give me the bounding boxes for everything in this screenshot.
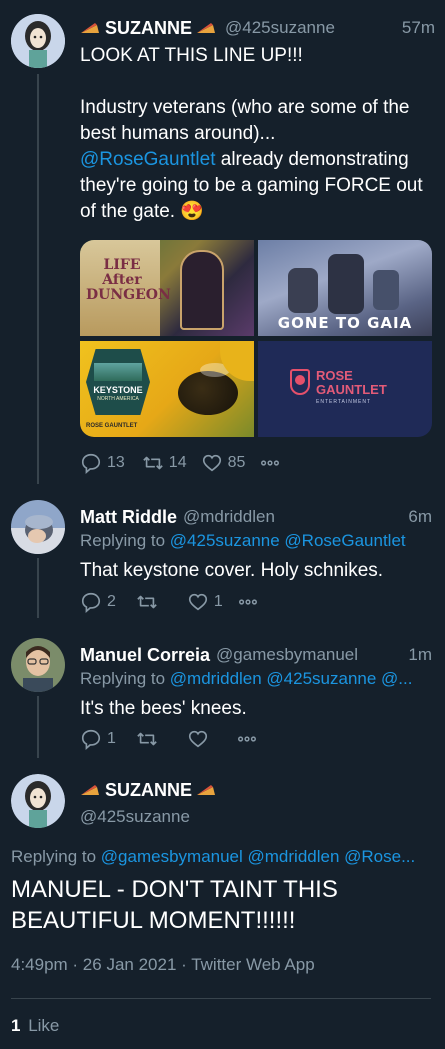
reply-count: 13	[107, 454, 125, 471]
reply-button[interactable]: 1	[80, 728, 116, 750]
media-caption-brand: ROSE GAUNTLET	[86, 423, 138, 429]
tweet-text: That keystone cover. Holy schnikes.	[80, 560, 384, 581]
more-button[interactable]	[237, 591, 259, 613]
tweet-text-line: LOOK AT THIS LINE UP!!!	[80, 45, 303, 66]
avatar[interactable]	[11, 14, 65, 68]
media-caption: LIFE After DUNGEON	[86, 257, 171, 303]
reply-count: 2	[107, 593, 116, 610]
author-handle[interactable]: @mdriddlen	[183, 507, 275, 527]
more-button[interactable]	[236, 728, 258, 750]
retweet-button[interactable]: 14	[142, 452, 187, 474]
retweet-icon	[143, 456, 163, 470]
retweet-icon	[137, 732, 157, 746]
author-name[interactable]: SUZANNE	[105, 18, 192, 39]
author-name[interactable]: Matt Riddle	[80, 507, 177, 528]
replying-to: Replying to @425suzanne @RoseGauntlet	[80, 531, 432, 551]
tweet-header: SUZANNE	[80, 778, 216, 802]
mention-link[interactable]: @RoseGauntlet	[80, 149, 215, 170]
tweet-time[interactable]: 1m	[408, 645, 432, 665]
author-name[interactable]: SUZANNE	[105, 780, 192, 801]
pie-icon	[197, 785, 216, 795]
tweet-actions: 2 1	[80, 591, 380, 613]
media-image[interactable]: LIFE After DUNGEON	[80, 240, 254, 336]
pie-icon	[81, 23, 99, 33]
tweet-time[interactable]: 57m	[402, 18, 435, 38]
author-handle[interactable]: @425suzanne	[225, 18, 335, 38]
logo-subtext: ENTERTAINMENT	[316, 399, 372, 405]
media-grid[interactable]: LIFE After DUNGEON GONE TO GAIA KEYSTONE…	[80, 240, 432, 437]
logo-text: ROSE	[316, 368, 353, 383]
like-button[interactable]: 85	[201, 452, 246, 474]
tweet-text: LOOK AT THIS LINE UP!!! Industry veteran…	[80, 43, 435, 225]
more-icon	[261, 460, 280, 466]
retweet-count: 14	[168, 454, 187, 471]
tweet-text: It's the bees' knees.	[80, 698, 247, 719]
like-count: 85	[227, 454, 246, 471]
replying-label: Replying to	[80, 669, 166, 688]
tweet-header: Manuel Correia @gamesbymanuel 1m	[80, 643, 432, 667]
media-image[interactable]: KEYSTONE NORTH AMERICA ROSE GAUNTLET	[80, 341, 254, 437]
media-image[interactable]: GONE TO GAIA	[258, 240, 432, 336]
avatar[interactable]	[11, 500, 65, 554]
tweet-header: Matt Riddle @mdriddlen 6m	[80, 505, 432, 529]
replying-mentions[interactable]: @mdriddlen @425suzanne @...	[170, 669, 413, 688]
divider	[11, 998, 431, 999]
reply-icon	[81, 453, 101, 474]
more-icon	[237, 736, 256, 742]
tweet-text-segment: Industry veterans (who are some of the b…	[80, 97, 410, 144]
replying-to: Replying to @mdriddlen @425suzanne @...	[80, 669, 432, 689]
reply-icon	[81, 729, 101, 750]
logo-text: GAUNTLET	[316, 382, 387, 397]
tweet-meta[interactable]: 4:49pm · 26 Jan 2021 · Twitter Web App	[11, 955, 315, 975]
like-count: 1	[213, 593, 223, 610]
reply-icon	[81, 592, 101, 613]
media-image[interactable]: ROSE GAUNTLET ENTERTAINMENT	[258, 341, 432, 437]
retweet-button[interactable]	[136, 728, 163, 750]
more-button[interactable]	[259, 452, 281, 474]
like-stat[interactable]: 1 Like	[11, 1016, 59, 1036]
replying-label: Replying to	[11, 847, 97, 866]
author-handle[interactable]: @425suzanne	[80, 807, 190, 827]
reply-button[interactable]: 2	[80, 591, 116, 613]
heart-icon	[202, 454, 221, 472]
reply-count: 1	[107, 730, 116, 747]
replying-mentions[interactable]: @425suzanne @RoseGauntlet	[170, 531, 406, 550]
replying-label: Replying to	[80, 531, 166, 550]
like-button[interactable]	[187, 728, 214, 750]
replying-to: Replying to @gamesbymanuel @mdriddlen @R…	[11, 847, 436, 867]
pie-icon	[197, 23, 216, 33]
like-stat-count: 1	[11, 1016, 21, 1035]
like-button[interactable]: 1	[187, 591, 223, 613]
thread-line	[37, 558, 39, 618]
retweet-icon	[137, 595, 157, 609]
thread-line	[37, 74, 39, 484]
avatar[interactable]	[11, 774, 65, 828]
like-stat-label: Like	[28, 1016, 60, 1035]
retweet-button[interactable]	[136, 591, 163, 613]
media-caption: KEYSTONE	[93, 385, 143, 395]
tweet-header: SUZANNE @425suzanne 57m	[80, 15, 435, 41]
media-caption-sub: NORTH AMERICA	[97, 396, 139, 402]
replying-mentions[interactable]: @gamesbymanuel @mdriddlen @Rose...	[101, 847, 415, 866]
thread-line	[37, 696, 39, 758]
author-name[interactable]: Manuel Correia	[80, 645, 210, 666]
media-caption: GONE TO GAIA	[277, 314, 413, 332]
tweet-time[interactable]: 6m	[408, 507, 432, 527]
avatar[interactable]	[11, 638, 65, 692]
tweet-actions: 13 14 85	[80, 452, 380, 474]
pie-icon	[81, 785, 99, 795]
heart-icon	[188, 593, 207, 611]
heart-icon	[188, 730, 207, 748]
more-icon	[238, 599, 257, 605]
reply-button[interactable]: 13	[80, 452, 125, 474]
author-handle[interactable]: @gamesbymanuel	[216, 645, 358, 665]
tweet-actions: 1	[80, 728, 380, 750]
tweet-text: MANUEL - DON'T TAINT THIS BEAUTIFUL MOME…	[11, 876, 338, 934]
